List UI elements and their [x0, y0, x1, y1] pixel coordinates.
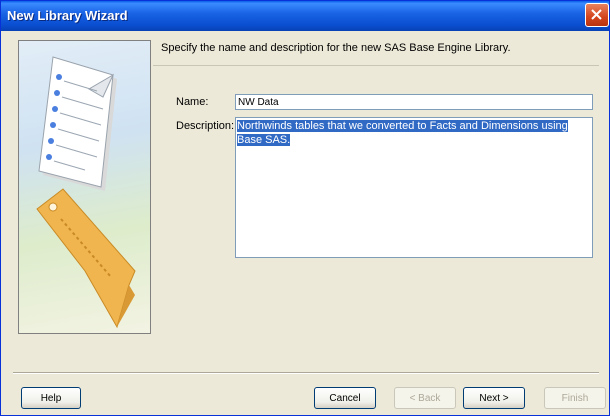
document-tag-illustration — [36, 56, 136, 329]
description-label: Description: — [176, 120, 235, 132]
page-heading: Specify the name and description for the… — [161, 42, 511, 54]
name-field[interactable] — [235, 94, 593, 110]
wizard-window: New Library Wizard Specify the name and … — [0, 0, 610, 416]
description-text: Northwinds tables that we converted to F… — [237, 120, 568, 146]
window-title: New Library Wizard — [7, 8, 128, 23]
back-button[interactable]: < Back — [394, 387, 456, 409]
title-bar[interactable]: New Library Wizard — [1, 1, 609, 31]
help-button[interactable]: Help — [21, 387, 81, 409]
cancel-button[interactable]: Cancel — [314, 387, 376, 409]
close-icon — [591, 9, 602, 20]
next-button[interactable]: Next > — [463, 387, 525, 409]
name-label: Name: — [176, 96, 209, 108]
header-divider — [153, 65, 599, 66]
wizard-illustration — [18, 40, 151, 334]
finish-button[interactable]: Finish — [544, 387, 606, 409]
description-field[interactable]: Northwinds tables that we converted to F… — [235, 117, 593, 258]
close-button[interactable] — [585, 3, 609, 27]
footer-divider — [13, 372, 599, 374]
